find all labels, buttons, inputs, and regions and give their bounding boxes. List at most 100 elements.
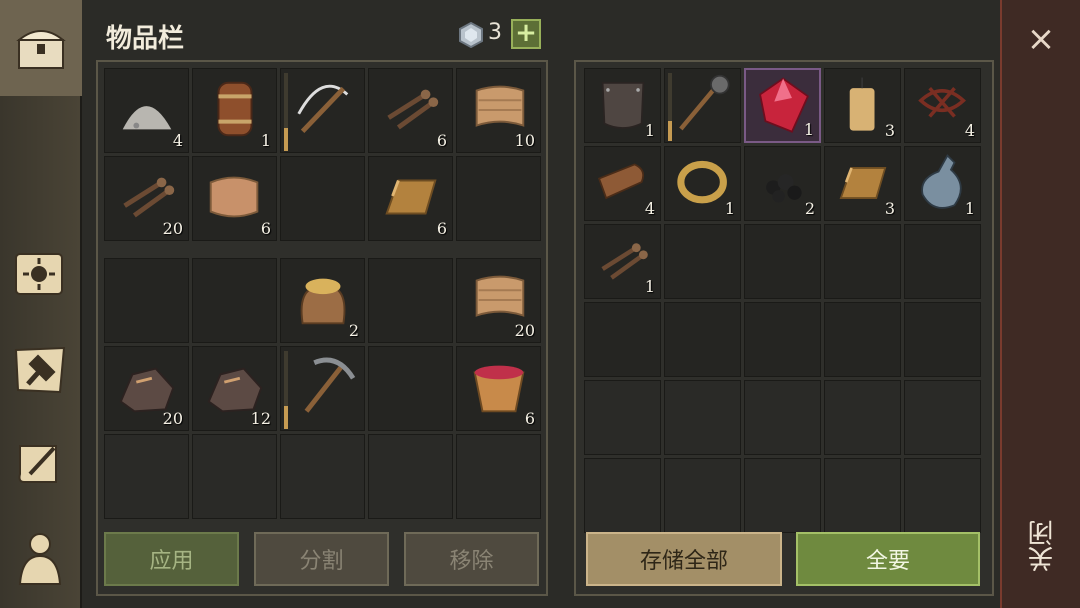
close-label[interactable]: 关闭 — [1024, 520, 1060, 572]
inventory-slot[interactable]: 4 — [584, 146, 661, 221]
sidebar-recipes-tab[interactable] — [6, 430, 74, 498]
inventory-slot[interactable]: 1 — [584, 68, 661, 143]
close-strip[interactable] — [1000, 0, 1080, 608]
item-count: 10 — [514, 131, 535, 150]
inventory-slot[interactable] — [824, 458, 901, 533]
sidebar-inventory-tab[interactable] — [0, 0, 82, 96]
inventory-slot[interactable]: 6 — [368, 68, 453, 153]
add-currency-button[interactable]: + — [511, 19, 541, 49]
remove-button[interactable]: 移除 — [404, 532, 539, 586]
item-count: 2 — [804, 199, 815, 218]
durability-fill — [284, 405, 288, 429]
silver-gem-icon — [459, 22, 483, 48]
inventory-slot[interactable] — [280, 346, 365, 431]
inventory-slot[interactable]: 4 — [104, 68, 189, 153]
item-count: 2 — [348, 321, 359, 340]
inventory-slot[interactable] — [456, 156, 541, 241]
inventory-slot[interactable] — [104, 434, 189, 519]
item-count: 3 — [884, 199, 895, 218]
crossbow-icon — [297, 84, 349, 134]
sidebar-journal-tab[interactable] — [6, 240, 74, 308]
apply-button[interactable]: 应用 — [104, 532, 239, 586]
inventory-slot[interactable]: 2 — [744, 146, 821, 221]
inventory-slot[interactable] — [368, 346, 453, 431]
inventory-slot[interactable] — [904, 458, 981, 533]
inventory-slot[interactable]: 10 — [456, 68, 541, 153]
item-count: 4 — [172, 131, 183, 150]
item-count: 20 — [162, 219, 183, 238]
item-count: 4 — [644, 199, 655, 218]
sidebar-crafting-tab[interactable] — [6, 336, 74, 404]
inventory-slot[interactable] — [664, 302, 741, 377]
inventory-slot[interactable] — [904, 302, 981, 377]
inventory-slot[interactable]: 1 — [744, 68, 821, 143]
character-icon — [18, 533, 62, 585]
durability-bar — [284, 73, 288, 151]
durability-fill — [284, 127, 288, 151]
inventory-slot[interactable] — [192, 258, 277, 343]
inventory-slot[interactable] — [192, 434, 277, 519]
sidebar — [0, 0, 82, 608]
inventory-slot[interactable] — [824, 302, 901, 377]
inventory-slot[interactable]: 1 — [192, 68, 277, 153]
inventory-slot[interactable]: 6 — [456, 346, 541, 431]
inventory-slot[interactable] — [368, 258, 453, 343]
inventory-slot[interactable]: 3 — [824, 68, 901, 143]
inventory-slot[interactable] — [664, 224, 741, 299]
inventory-slot[interactable]: 3 — [824, 146, 901, 221]
scroll-quill-icon — [18, 445, 57, 483]
inventory-slot[interactable]: 20 — [456, 258, 541, 343]
inventory-slot[interactable]: 1 — [904, 146, 981, 221]
inventory-slot[interactable] — [664, 458, 741, 533]
inventory-slot[interactable] — [744, 302, 821, 377]
inventory-slot[interactable] — [584, 458, 661, 533]
storage-grid: 1 1 3 4 4 1 2 3 1 1 — [584, 68, 981, 533]
inventory-slot[interactable] — [280, 68, 365, 153]
item-count: 1 — [964, 199, 975, 218]
inventory-slot[interactable] — [664, 68, 741, 143]
sidebar-character-tab[interactable] — [6, 524, 74, 592]
inventory-slot[interactable] — [664, 380, 741, 455]
store-all-button[interactable]: 存储全部 — [586, 532, 782, 586]
inventory-slot[interactable]: 6 — [192, 156, 277, 241]
inventory-slot[interactable] — [456, 434, 541, 519]
pickaxe-icon — [304, 357, 356, 413]
inventory-slot[interactable] — [368, 434, 453, 519]
inventory-slot[interactable] — [824, 380, 901, 455]
inventory-slot[interactable]: 1 — [584, 224, 661, 299]
inventory-slot[interactable] — [744, 458, 821, 533]
inventory-slot[interactable] — [280, 434, 365, 519]
close-icon[interactable]: × — [1026, 22, 1056, 56]
take-all-button[interactable]: 全要 — [796, 532, 980, 586]
split-button[interactable]: 分割 — [254, 532, 389, 586]
inventory-slot[interactable] — [824, 224, 901, 299]
item-count: 4 — [964, 121, 975, 140]
hammer-icon — [14, 346, 66, 394]
inventory-slot[interactable] — [904, 224, 981, 299]
inventory-slot[interactable]: 1 — [664, 146, 741, 221]
leather-icon — [209, 176, 259, 218]
inventory-slot[interactable] — [104, 258, 189, 343]
item-count: 6 — [260, 219, 271, 238]
nails-icon — [387, 89, 439, 130]
inventory-slot[interactable] — [584, 380, 661, 455]
inventory-slot[interactable] — [904, 380, 981, 455]
inventory-slot[interactable] — [584, 302, 661, 377]
mace-icon — [679, 74, 730, 131]
inventory-slot[interactable]: 6 — [368, 156, 453, 241]
durability-bar — [284, 351, 288, 429]
item-count: 1 — [260, 131, 271, 150]
inventory-slot[interactable] — [744, 380, 821, 455]
inventory-slot[interactable] — [280, 156, 365, 241]
grain-sack-icon — [300, 278, 346, 325]
inventory-slot[interactable]: 20 — [104, 156, 189, 241]
item-count: 1 — [644, 277, 655, 296]
currency-count: 3 — [488, 20, 502, 45]
inventory-slot[interactable]: 4 — [904, 68, 981, 143]
inventory-slot[interactable]: 20 — [104, 346, 189, 431]
inventory-grid-bottom: 2 20 20 12 6 — [104, 258, 541, 519]
inventory-slot[interactable]: 2 — [280, 258, 365, 343]
inventory-slot[interactable]: 12 — [192, 346, 277, 431]
item-count: 3 — [884, 121, 895, 140]
inventory-slot[interactable] — [744, 224, 821, 299]
